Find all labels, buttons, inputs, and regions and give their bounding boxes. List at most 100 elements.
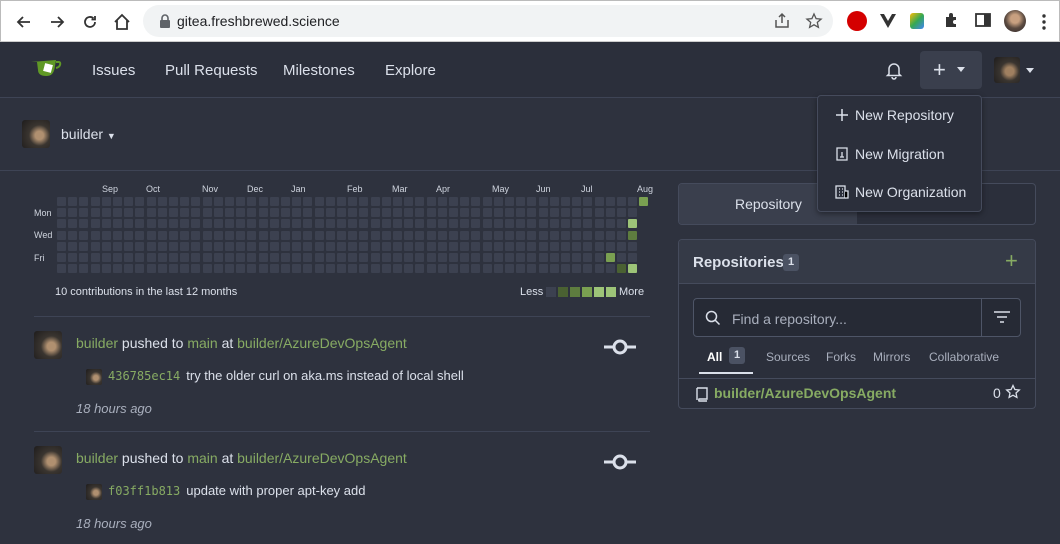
heatmap-day-cell[interactable]	[281, 197, 290, 206]
heatmap-day-cell[interactable]	[437, 208, 447, 218]
heatmap-day-cell[interactable]	[202, 241, 212, 251]
heatmap-day-cell[interactable]	[303, 241, 313, 251]
heatmap-day-cell[interactable]	[124, 197, 134, 206]
heatmap-day-cell[interactable]	[303, 230, 313, 240]
heatmap-day-cell[interactable]	[437, 197, 447, 206]
heatmap-day-cell[interactable]	[527, 197, 537, 206]
heatmap-day-cell[interactable]	[236, 230, 246, 240]
heatmap-day-cell[interactable]	[482, 230, 492, 240]
heatmap-day-cell[interactable]	[135, 197, 145, 206]
heatmap-day-cell[interactable]	[101, 241, 111, 251]
heatmap-day-cell[interactable]	[90, 197, 100, 206]
heatmap-day-cell[interactable]	[617, 219, 626, 229]
heatmap-day-cell[interactable]	[292, 253, 302, 262]
heatmap-day-cell[interactable]	[460, 219, 470, 229]
heatmap-day-cell[interactable]	[527, 264, 537, 274]
heatmap-day-cell[interactable]	[269, 253, 279, 262]
heatmap-day-cell[interactable]	[169, 230, 178, 240]
heatmap-day-cell[interactable]	[191, 219, 201, 229]
heatmap-day-cell[interactable]	[359, 241, 369, 251]
heatmap-day-cell[interactable]	[460, 241, 470, 251]
heatmap-day-cell[interactable]	[202, 253, 212, 262]
heatmap-day-cell[interactable]	[236, 253, 246, 262]
heatmap-day-cell[interactable]	[493, 253, 503, 262]
heatmap-day-cell[interactable]	[225, 230, 234, 240]
heatmap-day-cell[interactable]	[101, 253, 111, 262]
heatmap-day-cell[interactable]	[247, 197, 257, 206]
heatmap-day-cell[interactable]	[605, 208, 615, 218]
heatmap-day-cell[interactable]	[258, 230, 268, 240]
heatmap-day-cell[interactable]	[101, 264, 111, 274]
heatmap-day-cell[interactable]	[527, 241, 537, 251]
heatmap-day-cell[interactable]	[157, 197, 167, 206]
heatmap-day-cell[interactable]	[314, 230, 324, 240]
heatmap-day-cell[interactable]	[505, 264, 514, 274]
heatmap-day-cell[interactable]	[549, 230, 559, 240]
heatmap-day-cell[interactable]	[426, 230, 436, 240]
heatmap-day-cell[interactable]	[617, 264, 626, 274]
heatmap-day-cell[interactable]	[426, 264, 436, 274]
heatmap-day-cell[interactable]	[527, 253, 537, 262]
heatmap-day-cell[interactable]	[561, 197, 570, 206]
heatmap-day-cell[interactable]	[628, 253, 638, 262]
heatmap-day-cell[interactable]	[348, 197, 358, 206]
heatmap-day-cell[interactable]	[605, 241, 615, 251]
heatmap-day-cell[interactable]	[460, 264, 470, 274]
heatmap-day-cell[interactable]	[594, 253, 604, 262]
heatmap-day-cell[interactable]	[617, 208, 626, 218]
heatmap-day-cell[interactable]	[258, 197, 268, 206]
heatmap-day-cell[interactable]	[437, 264, 447, 274]
heatmap-day-cell[interactable]	[516, 264, 526, 274]
heatmap-day-cell[interactable]	[68, 219, 78, 229]
heatmap-day-cell[interactable]	[572, 264, 582, 274]
heatmap-day-cell[interactable]	[549, 253, 559, 262]
heatmap-day-cell[interactable]	[437, 219, 447, 229]
heatmap-day-cell[interactable]	[281, 241, 290, 251]
heatmap-day-cell[interactable]	[381, 264, 391, 274]
heatmap-day-cell[interactable]	[482, 208, 492, 218]
heatmap-day-cell[interactable]	[426, 253, 436, 262]
heatmap-day-cell[interactable]	[247, 219, 257, 229]
bookmark-star-icon[interactable]	[805, 12, 823, 30]
heatmap-day-cell[interactable]	[348, 219, 358, 229]
heatmap-day-cell[interactable]	[269, 197, 279, 206]
heatmap-day-cell[interactable]	[549, 219, 559, 229]
heatmap-day-cell[interactable]	[348, 253, 358, 262]
heatmap-day-cell[interactable]	[516, 219, 526, 229]
heatmap-day-cell[interactable]	[426, 241, 436, 251]
heatmap-day-cell[interactable]	[113, 241, 122, 251]
add-repository-button[interactable]: +	[1005, 248, 1018, 274]
heatmap-day-cell[interactable]	[516, 253, 526, 262]
heatmap-day-cell[interactable]	[370, 253, 380, 262]
heatmap-day-cell[interactable]	[236, 241, 246, 251]
heatmap-day-cell[interactable]	[449, 219, 458, 229]
heatmap-day-cell[interactable]	[303, 219, 313, 229]
heatmap-day-cell[interactable]	[68, 230, 78, 240]
heatmap-day-cell[interactable]	[605, 197, 615, 206]
heatmap-day-cell[interactable]	[157, 208, 167, 218]
heatmap-day-cell[interactable]	[269, 241, 279, 251]
heatmap-day-cell[interactable]	[101, 230, 111, 240]
heatmap-day-cell[interactable]	[180, 197, 190, 206]
heatmap-day-cell[interactable]	[124, 264, 134, 274]
heatmap-day-cell[interactable]	[393, 197, 402, 206]
heatmap-day-cell[interactable]	[471, 264, 481, 274]
heatmap-day-cell[interactable]	[505, 219, 514, 229]
gitea-logo-icon[interactable]	[30, 56, 62, 80]
heatmap-day-cell[interactable]	[213, 230, 223, 240]
heatmap-day-cell[interactable]	[68, 253, 78, 262]
heatmap-day-cell[interactable]	[617, 230, 626, 240]
user-avatar[interactable]	[994, 57, 1020, 83]
heatmap-day-cell[interactable]	[292, 219, 302, 229]
heatmap-day-cell[interactable]	[113, 197, 122, 206]
heatmap-day-cell[interactable]	[258, 241, 268, 251]
heatmap-day-cell[interactable]	[146, 208, 156, 218]
heatmap-day-cell[interactable]	[281, 253, 290, 262]
heatmap-day-cell[interactable]	[505, 230, 514, 240]
heatmap-day-cell[interactable]	[583, 264, 593, 274]
heatmap-day-cell[interactable]	[617, 197, 626, 206]
heatmap-day-cell[interactable]	[225, 219, 234, 229]
heatmap-day-cell[interactable]	[426, 219, 436, 229]
heatmap-day-cell[interactable]	[628, 264, 638, 274]
drive-extension-icon[interactable]	[910, 13, 924, 29]
